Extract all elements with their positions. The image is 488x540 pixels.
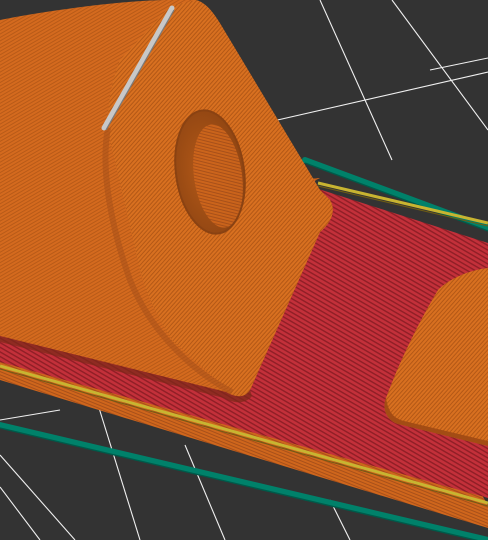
- gcode-preview-viewport[interactable]: [0, 0, 488, 540]
- preview-canvas[interactable]: [0, 0, 488, 540]
